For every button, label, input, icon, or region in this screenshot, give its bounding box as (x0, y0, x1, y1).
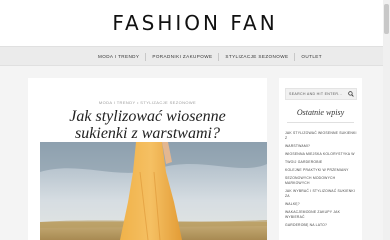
recent-post-link[interactable]: GARDEROBĘ NA LATO? (285, 223, 359, 228)
post-hero-image[interactable] (40, 142, 267, 240)
scrollbar-thumb[interactable] (384, 4, 389, 34)
search-box (285, 88, 357, 100)
recent-post-link[interactable]: SEZONOWYCH MODOWYCH MARKOWYCH (285, 176, 359, 186)
post-card: MODA I TRENDY • STYLIZACJE SEZONOWE Jak … (28, 78, 267, 240)
recent-post-link[interactable]: WALKĘ? (285, 202, 359, 207)
nav-item-stylizacje-sezonowe[interactable]: STYLIZACJE SEZONOWE (219, 47, 294, 67)
recent-posts-title: Ostatnie wpisy (296, 108, 345, 117)
recent-post-link[interactable]: WARSTWAMI? (285, 144, 359, 149)
nav-item-outlet[interactable]: OUTLET (295, 47, 328, 67)
recent-posts-list: JAK STYLIZOWAĆ WIOSENNE SUKIENKI Z WARST… (285, 131, 359, 231)
recent-post-link[interactable]: JAK STYLIZOWAĆ WIOSENNE SUKIENKI Z (285, 131, 359, 141)
site-logo[interactable]: FASHION FAN (0, 11, 390, 35)
sidebar: Ostatnie wpisy JAK STYLIZOWAĆ WIOSENNE S… (279, 78, 362, 240)
recent-post-link[interactable]: TWOIJ GARDEROBIE (285, 160, 359, 165)
site-header: FASHION FAN (0, 0, 390, 46)
search-icon[interactable] (348, 91, 354, 97)
hero-photo (40, 142, 267, 240)
page-scrollbar[interactable] (383, 0, 390, 240)
recent-post-link[interactable]: WIOSENNA MIEJSKA KOLORYSTYKA W (285, 152, 359, 157)
nav-item-moda-i-trendy[interactable]: MODA I TRENDY (92, 47, 145, 67)
post-categories[interactable]: MODA I TRENDY • STYLIZACJE SEZONOWE (28, 100, 267, 105)
search-input[interactable] (289, 89, 345, 99)
recent-post-link[interactable]: KOLEJNE PRAKTYKI W PRZEMIANY (285, 168, 359, 173)
recent-post-link[interactable]: WAKACJEMODNE ZAKUPY JAK WYBIERAĆ (285, 210, 359, 220)
nav-item-poradniki-zakupowe[interactable]: PORADNIKI ZAKUPOWE (146, 47, 218, 67)
post-title[interactable]: Jak stylizować wiosenne sukienki z warst… (46, 108, 249, 142)
widget-divider (287, 122, 354, 123)
main-nav: MODA I TRENDY PORADNIKI ZAKUPOWE STYLIZA… (0, 46, 390, 66)
recent-post-link[interactable]: JAK WYBRAĆ I STYLIZOWAĆ SUKIENKI ZA (285, 189, 359, 199)
